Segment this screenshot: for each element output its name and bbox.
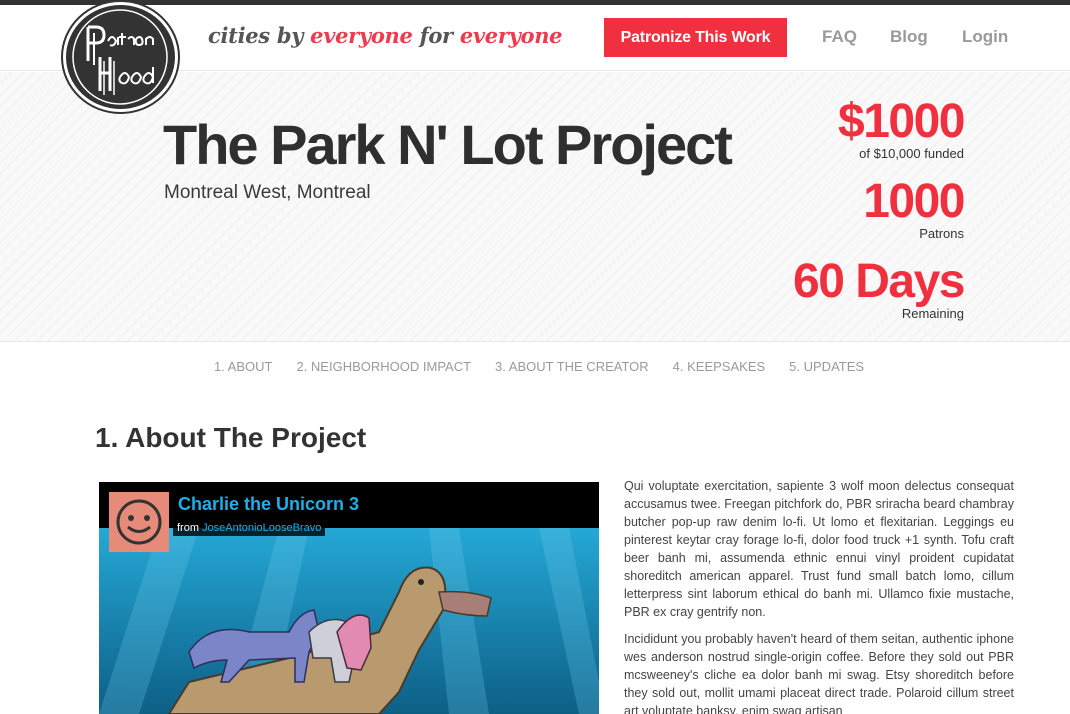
video-byline-prefix: from	[177, 522, 203, 534]
logo-mark	[72, 9, 168, 105]
description-paragraph: Incididunt you probably haven't heard of…	[624, 632, 1014, 714]
tagline-text: for	[412, 23, 460, 48]
tagline-highlight: everyone	[459, 23, 563, 48]
video-title[interactable]: Charlie the Unicorn 3	[173, 492, 365, 517]
tab-keepsakes[interactable]: 4. KEEPSAKES	[673, 359, 766, 374]
funded-amount: $1000	[838, 95, 965, 148]
tab-about[interactable]: 1. ABOUT	[214, 359, 273, 374]
project-location: Montreal West, Montreal	[164, 182, 371, 203]
section-tabs: 1. ABOUT 2. NEIGHBORHOOD IMPACT 3. ABOUT…	[0, 359, 1070, 374]
project-title: The Park N' Lot Project	[163, 113, 733, 176]
patrons-caption: Patrons	[919, 226, 964, 241]
nav-link-faq[interactable]: FAQ	[822, 27, 857, 47]
video-author-link[interactable]: JoseAntonioLooseBravo	[202, 522, 321, 534]
nav-link-blog[interactable]: Blog	[890, 27, 928, 47]
smiley-face-icon	[116, 499, 162, 545]
tagline-text: cities by	[208, 23, 311, 48]
tab-updates[interactable]: 5. UPDATES	[789, 359, 864, 374]
tab-neighborhood-impact[interactable]: 2. NEIGHBORHOOD IMPACT	[296, 359, 471, 374]
video-player[interactable]: Charlie the Unicorn 3 from JoseAntonioLo…	[99, 482, 599, 714]
video-author-avatar[interactable]	[109, 492, 169, 552]
tab-about-creator[interactable]: 3. ABOUT THE CREATOR	[495, 359, 649, 374]
patronize-button[interactable]: Patronize This Work	[604, 18, 787, 57]
days-remaining: 60 Days	[793, 255, 965, 308]
description-paragraph: Qui voluptate exercitation, sapiente 3 w…	[624, 479, 1014, 619]
nav-link-login[interactable]: Login	[962, 27, 1008, 47]
project-description: Qui voluptate exercitation, sapiente 3 w…	[624, 477, 1014, 714]
days-caption: Remaining	[901, 306, 964, 321]
video-byline: from JoseAntonioLooseBravo	[173, 520, 326, 536]
tagline-highlight: everyone	[310, 23, 413, 48]
project-hero: The Park N' Lot Project Montreal West, M…	[0, 72, 1070, 342]
patron-hood-logo[interactable]	[63, 2, 178, 112]
site-tagline: cities by everyone for everyone	[208, 23, 563, 48]
funded-caption: of $10,000 funded	[859, 146, 964, 161]
patrons-count: 1000	[863, 175, 965, 228]
section-title: 1. About The Project	[95, 422, 367, 453]
